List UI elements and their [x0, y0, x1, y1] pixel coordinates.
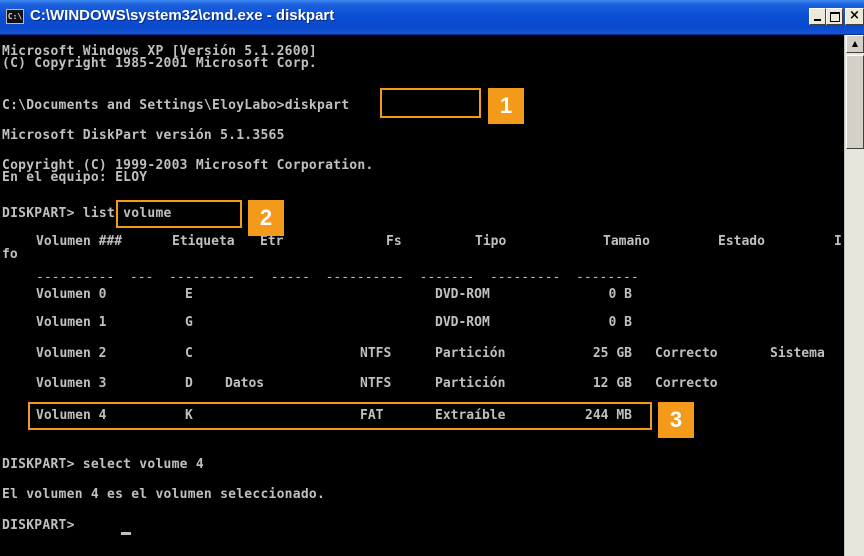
cell-letter: G	[185, 315, 193, 330]
window-title: C:\WINDOWS\system32\cmd.exe - diskpart	[30, 7, 335, 24]
col-header-fs: Fs	[386, 234, 402, 249]
cell-volume: Volumen 1	[36, 315, 107, 330]
cmd-window: C:\ C:\WINDOWS\system32\cmd.exe - diskpa…	[0, 0, 864, 556]
cell-status: Correcto	[655, 346, 718, 361]
cell-type: DVD-ROM	[435, 315, 490, 330]
cell-info: Sistema	[770, 346, 825, 361]
diskpart-prompt: DISKPART>	[2, 206, 83, 221]
scroll-up-icon[interactable]: ▲	[846, 35, 864, 53]
scroll-thumb[interactable]	[846, 55, 864, 149]
cell-size: 12 GB	[592, 376, 632, 391]
command-diskpart: diskpart	[284, 98, 350, 113]
col-header-info: I	[834, 234, 842, 249]
cell-size: 0 B	[608, 315, 632, 330]
vertical-scrollbar[interactable]: ▲	[844, 35, 864, 556]
cell-volume: Volumen 0	[36, 287, 107, 302]
col-header-tipo: Tipo	[475, 234, 507, 249]
diskpart-version-line: Microsoft DiskPart versión 5.1.3565	[2, 128, 285, 143]
col-header-volumen: Volumen ###	[36, 234, 123, 249]
select-volume-line: DISKPART> select volume 4	[2, 457, 204, 472]
cell-size: 25 GB	[592, 346, 632, 361]
minimize-button[interactable]	[809, 8, 826, 25]
col-header-estado: Estado	[718, 234, 765, 249]
title-bar[interactable]: C:\ C:\WINDOWS\system32\cmd.exe - diskpa…	[0, 0, 864, 35]
callout-box-diskpart	[380, 88, 481, 118]
prompt-line-1: C:\Documents and Settings\EloyLabo>diskp…	[2, 99, 349, 112]
machine-line: En el equipo: ELOY	[2, 170, 148, 185]
cell-status: Correcto	[655, 376, 718, 391]
callout-badge-1: 1	[488, 88, 524, 124]
cell-type: Partición	[435, 346, 506, 361]
minimize-icon	[814, 19, 821, 21]
cell-type: Partición	[435, 376, 506, 391]
cell-volume: Volumen 3	[36, 376, 107, 391]
cell-letter: D	[185, 376, 193, 391]
os-copyright-line: (C) Copyright 1985-2001 Microsoft Corp.	[2, 56, 317, 71]
cmd-app-icon[interactable]: C:\	[6, 9, 24, 24]
cell-fs: NTFS	[360, 376, 392, 391]
selected-message-line: El volumen 4 es el volumen seleccionado.	[2, 487, 326, 502]
col-header-tamano: Tamaño	[603, 234, 650, 249]
table-separator: ---------- --- ----------- ----- -------…	[36, 270, 639, 285]
cell-letter: E	[185, 287, 193, 302]
cell-letter: C	[185, 346, 193, 361]
prompt-line-3: DISKPART>	[2, 518, 83, 533]
col-header-etiqueta: Etiqueta	[172, 234, 235, 249]
cell-size: 0 B	[608, 287, 632, 302]
cell-label: Datos	[225, 376, 265, 391]
cell-type: DVD-ROM	[435, 287, 490, 302]
close-button[interactable]: ×	[845, 8, 864, 25]
cell-fs: NTFS	[360, 346, 392, 361]
maximize-icon	[829, 12, 840, 22]
col-header-etr: Etr	[260, 234, 284, 249]
callout-badge-3: 3	[658, 402, 694, 438]
prompt-path: C:\Documents and Settings\EloyLabo>	[2, 98, 285, 113]
callout-box-volume-4	[28, 402, 652, 430]
callout-badge-2: 2	[248, 200, 284, 236]
text-cursor	[121, 532, 131, 535]
callout-box-list-volume	[116, 200, 242, 228]
cell-volume: Volumen 2	[36, 346, 107, 361]
close-icon: ×	[849, 8, 860, 23]
col-header-wrap: fo	[2, 247, 18, 262]
maximize-button[interactable]	[826, 8, 843, 25]
